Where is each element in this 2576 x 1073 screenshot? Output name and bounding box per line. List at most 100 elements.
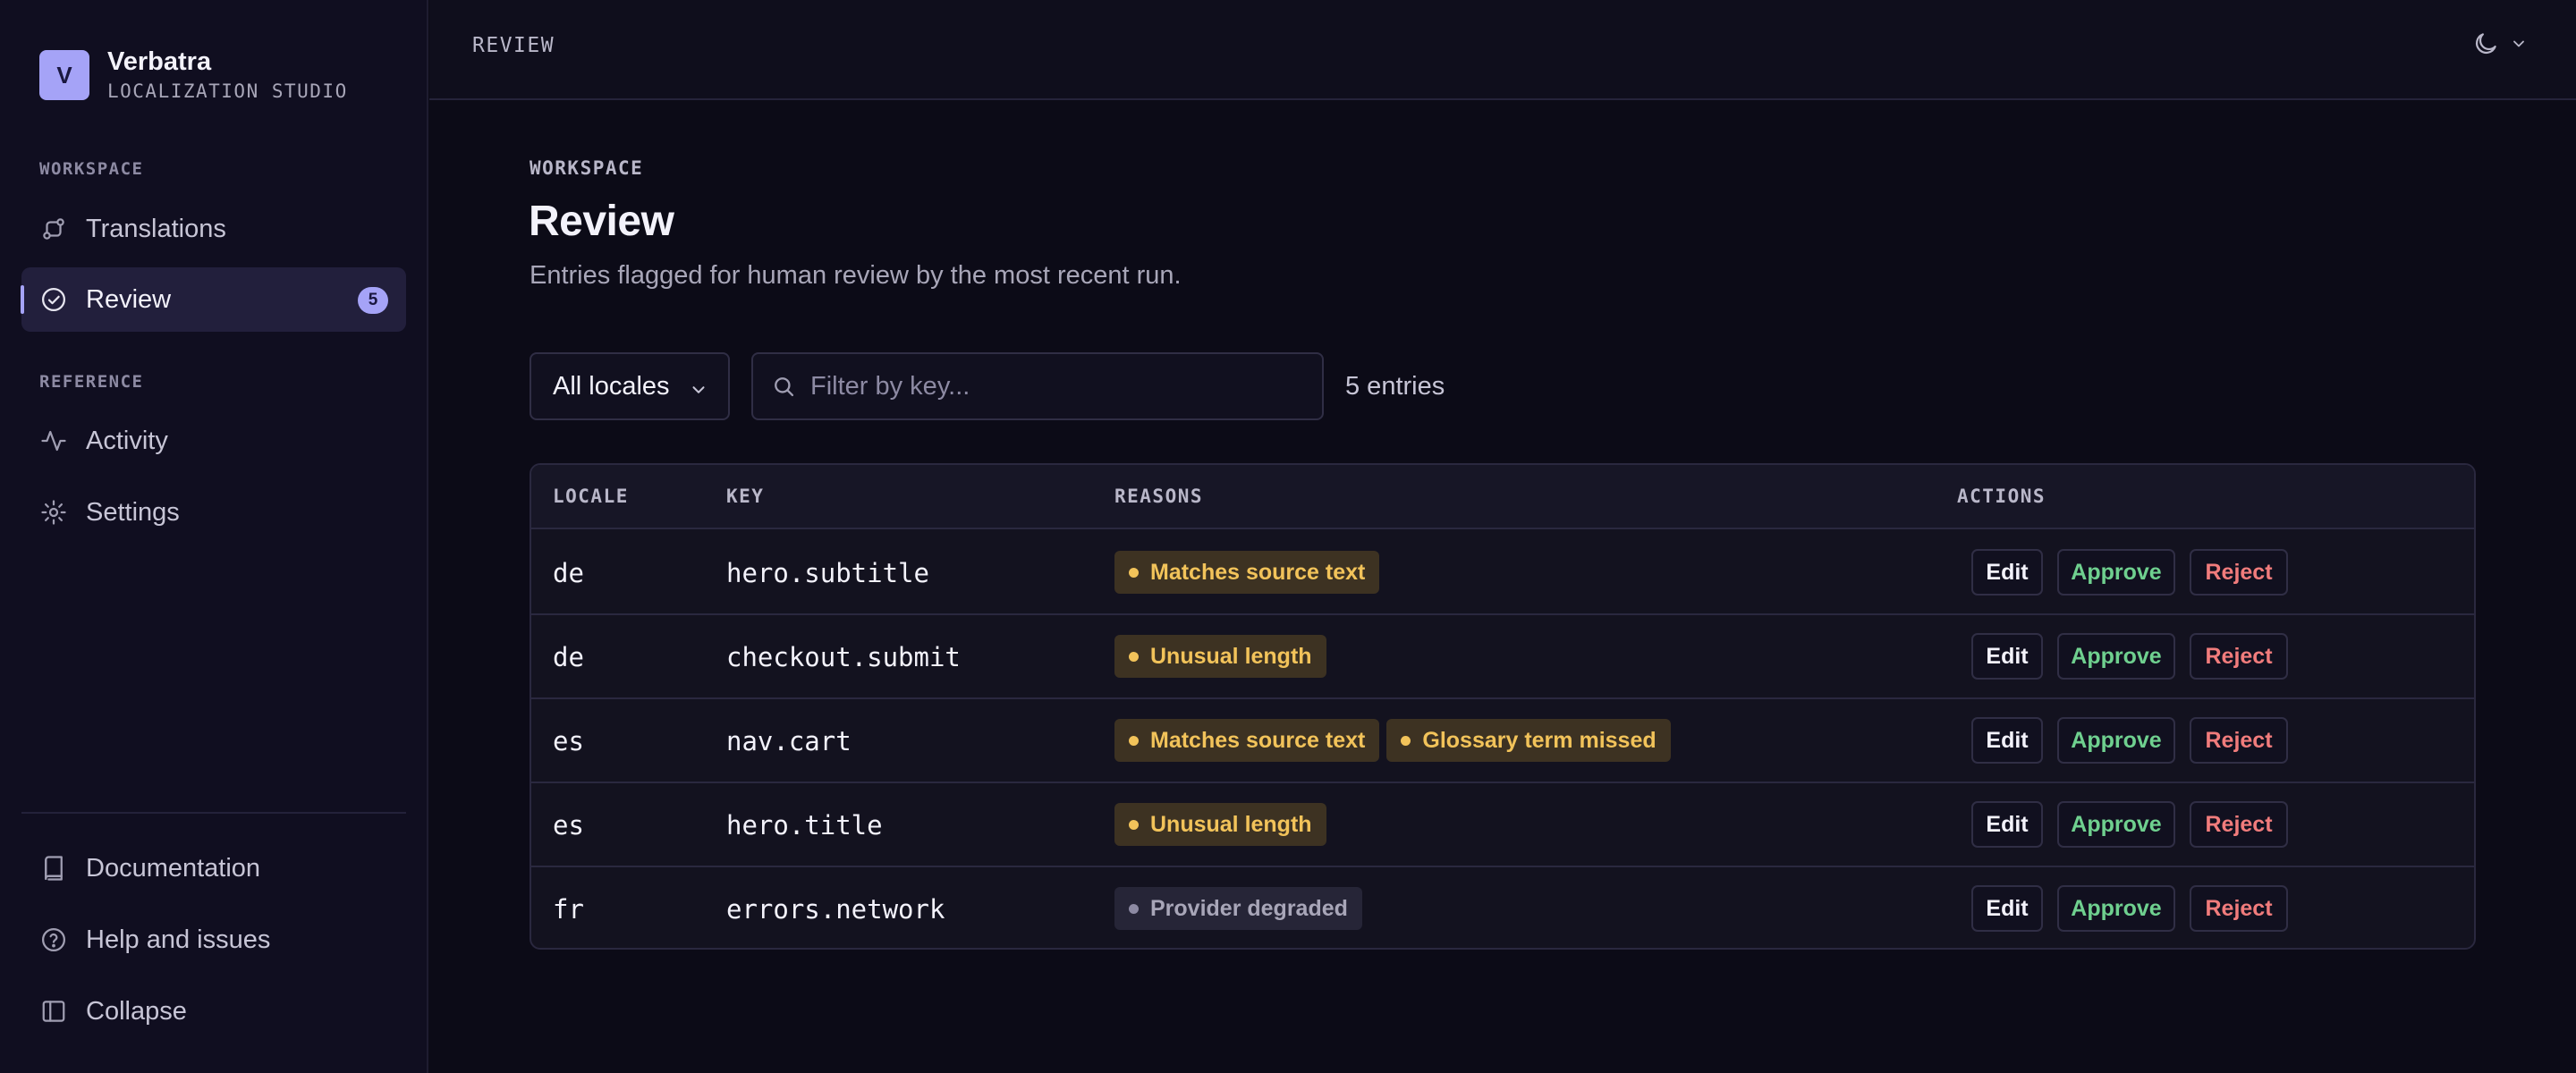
search-input[interactable] [810,371,1311,401]
sidebar-divider [21,812,406,814]
sidebar-item-label: Help and issues [86,925,271,954]
reason-badge: Matches source text [1114,551,1380,594]
key-cell[interactable]: nav.cart [726,726,852,756]
approve-button[interactable]: Approve [2057,549,2175,596]
reason-badge: Glossary term missed [1386,719,1671,762]
search-icon [771,374,796,399]
brand[interactable]: V Verbatra LOCALIZATION STUDIO [39,46,348,104]
sidebar-item-label: Activity [86,426,168,455]
activity-icon [39,427,68,455]
locale-cell: es [553,810,584,841]
sidebar-item-label: Documentation [86,853,261,883]
theme-toggle-button[interactable] [2472,30,2528,62]
reason-label: Matches source text [1150,727,1366,753]
reasons-cell: Matches source text Glossary term missed [1114,719,1671,762]
actions-cell: Edit Approve Reject [1971,801,2288,848]
column-header-locale[interactable]: LOCALE [553,486,629,507]
sidebar-item-label: Settings [86,497,180,527]
moon-icon [2472,30,2499,62]
reject-button[interactable]: Reject [2190,885,2288,932]
status-dot-icon [1129,819,1139,830]
chevron-down-icon [2510,35,2528,57]
table-row: de checkout.submit Unusual length Edit Appro… [531,615,2474,699]
review-count-badge: 5 [358,287,388,314]
status-dot-icon [1129,651,1139,662]
reason-badge: Unusual length [1114,635,1326,678]
edit-button[interactable]: Edit [1971,633,2043,680]
reason-badge: Matches source text [1114,719,1380,762]
reasons-cell: Unusual length [1114,635,1326,678]
locale-cell: de [553,558,584,588]
active-indicator [21,285,24,314]
column-header-key[interactable]: KEY [726,486,764,507]
reject-button[interactable]: Reject [2190,633,2288,680]
locale-cell: es [553,726,584,756]
table-header: LOCALE KEY REASONS ACTIONS [531,465,2474,529]
sidebar-item-help[interactable]: Help and issues [21,908,406,972]
sidebar-item-label: Translations [86,214,226,243]
reason-badge: Provider degraded [1114,887,1362,930]
table-row: fr errors.network Provider degraded Edit App… [531,867,2474,948]
reason-label: Glossary term missed [1422,727,1657,753]
table-row: es nav.cart Matches source text Glossary te… [531,699,2474,783]
actions-cell: Edit Approve Reject [1971,633,2288,680]
approve-button[interactable]: Approve [2057,633,2175,680]
locale-select-value: All locales [553,371,670,401]
edit-button[interactable]: Edit [1971,717,2043,764]
key-cell[interactable]: errors.network [726,894,945,925]
reject-button[interactable]: Reject [2190,549,2288,596]
approve-button[interactable]: Approve [2057,717,2175,764]
key-cell[interactable]: checkout.submit [726,642,961,672]
edit-button[interactable]: Edit [1971,885,2043,932]
status-dot-icon [1129,735,1139,746]
sidebar-item-review[interactable]: Review 5 [21,267,406,332]
edit-button[interactable]: Edit [1971,801,2043,848]
status-dot-icon [1129,567,1139,578]
sidebar-collapse-icon [39,997,68,1026]
key-cell[interactable]: hero.title [726,810,883,841]
reason-label: Unusual length [1150,811,1312,837]
sidebar-item-documentation[interactable]: Documentation [21,836,406,900]
sidebar-item-translations[interactable]: Translations [21,197,406,261]
locale-cell: fr [553,894,584,925]
sidebar-item-activity[interactable]: Activity [21,409,406,473]
check-circle-icon [39,285,68,314]
help-circle-icon [39,925,68,954]
section-label-reference: REFERENCE [39,372,144,392]
actions-cell: Edit Approve Reject [1971,549,2288,596]
column-header-actions: ACTIONS [1957,486,2046,507]
page-subtitle: Entries flagged for human review by the … [530,261,1182,290]
entries-count: 5 entries [1345,372,1445,401]
column-header-reasons[interactable]: REASONS [1114,486,1203,507]
locale-cell: de [553,642,584,672]
actions-cell: Edit Approve Reject [1971,717,2288,764]
book-icon [39,854,68,883]
review-table: LOCALE KEY REASONS ACTIONS de hero.subtit… [530,463,2476,950]
sidebar-item-label: Review [86,284,172,314]
table-row: es hero.title Unusual length Edit Approve Rej… [531,783,2474,867]
sidebar-item-settings[interactable]: Settings [21,480,406,545]
reasons-cell: Provider degraded [1114,887,1362,930]
locale-select[interactable]: All locales [530,352,730,420]
table-row: de hero.subtitle Matches source text Edit Ap… [531,531,2474,615]
search-field[interactable] [751,352,1324,420]
reason-label: Matches source text [1150,559,1366,585]
brand-logo: V [39,50,89,100]
reject-button[interactable]: Reject [2190,801,2288,848]
status-dot-icon [1129,903,1139,914]
chevron-down-icon [689,377,708,407]
gear-icon [39,498,68,527]
section-label-workspace: WORKSPACE [39,159,144,179]
sidebar-item-label: Collapse [86,996,187,1026]
edit-button[interactable]: Edit [1971,549,2043,596]
page-title: Review [529,198,674,245]
key-cell[interactable]: hero.subtitle [726,558,929,588]
reject-button[interactable]: Reject [2190,717,2288,764]
sidebar-item-collapse[interactable]: Collapse [21,979,406,1043]
approve-button[interactable]: Approve [2057,801,2175,848]
sidebar: V Verbatra LOCALIZATION STUDIO WORKSPACE… [0,0,428,1073]
reason-label: Unusual length [1150,643,1312,669]
approve-button[interactable]: Approve [2057,885,2175,932]
reason-label: Provider degraded [1150,895,1348,921]
brand-name: Verbatra [107,47,212,76]
